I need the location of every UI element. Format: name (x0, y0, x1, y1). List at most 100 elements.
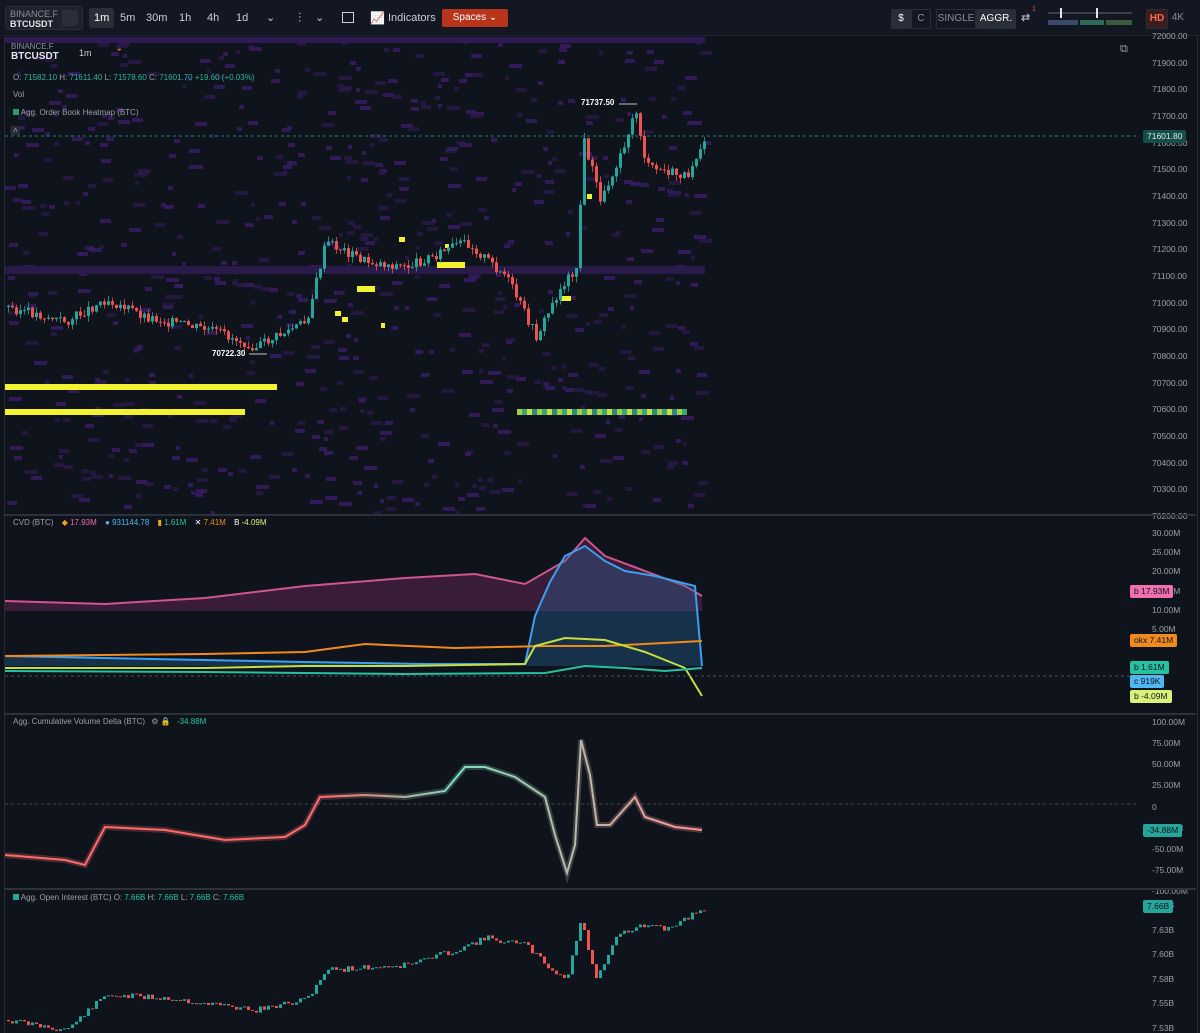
candle-body (275, 332, 278, 341)
oi-candle (283, 1001, 286, 1005)
candle-body (239, 341, 242, 343)
screenshot-icon[interactable] (342, 12, 354, 23)
axis-tick-label: 7.63B (1152, 924, 1175, 935)
candle-body (15, 307, 18, 315)
oi-last-tag: 7.66B (1143, 900, 1174, 913)
vol-label: Vol (13, 90, 25, 99)
timeframe-1h[interactable]: 1h (174, 8, 196, 28)
oi-candle (7, 1020, 10, 1022)
price-candles[interactable] (5, 37, 1139, 514)
oi-candle (175, 999, 178, 1001)
timeframe-1m[interactable]: 1m (89, 8, 115, 28)
candle-body (263, 338, 266, 342)
single-toggle[interactable]: SINGLE (936, 9, 976, 29)
oi-candle (223, 1004, 226, 1006)
spaces-button[interactable]: Spaces ⌄ (442, 9, 508, 27)
axis-tick-label: 70900.00 (1152, 324, 1188, 335)
cvd-legend: CVD (BTC) ◆ 17.93M ● 931144.78 ▮ 1.61M ✕… (13, 518, 267, 527)
oi-candle (383, 966, 386, 968)
oi-high: 7.66B (157, 893, 179, 902)
axis-tick-label: 50.00M (1152, 759, 1181, 770)
oi-candle (547, 963, 550, 969)
currency-toggle[interactable]: $ (891, 9, 911, 29)
oi-candle (343, 968, 346, 972)
axis-tick-label: 0 (1152, 801, 1157, 812)
pin-icon[interactable]: ⌖ (117, 45, 122, 55)
chevron-down-icon[interactable]: ⌄ (315, 8, 324, 28)
chevron-down-icon[interactable]: ⌄ (266, 8, 275, 28)
candle-body (407, 265, 410, 268)
aggr-toggle[interactable]: AGGR. (976, 9, 1016, 29)
candle-body (283, 333, 286, 337)
coin-toggle[interactable]: C (911, 9, 931, 29)
oi-candle (351, 966, 354, 971)
timeframe-1d[interactable]: 1d (231, 8, 253, 28)
candle-body (107, 301, 110, 305)
sync-icon[interactable]: ⇄ (1021, 8, 1030, 28)
candle-body (475, 248, 478, 254)
oi-candle (287, 1001, 290, 1004)
candle-body (63, 317, 66, 323)
oi-candle (75, 1021, 78, 1025)
last-price-tag: 71601.80 (1143, 130, 1187, 143)
high-marker: 71737.50 (581, 98, 615, 107)
layers-icon[interactable]: ⧉ (1120, 43, 1128, 56)
oi-candle (703, 910, 706, 912)
chart-symbol-block[interactable]: BINANCE.F BTCUSDT (11, 42, 59, 62)
oi-candle (231, 1005, 234, 1007)
oi-candle (395, 965, 398, 967)
candle-body (351, 251, 354, 258)
oi-candle (471, 942, 474, 945)
oi-candle (215, 1002, 218, 1004)
candle-body (151, 316, 154, 322)
cvd-lines[interactable] (5, 516, 1139, 713)
timeframe-30m[interactable]: 30m (141, 8, 172, 28)
timeframe-5m[interactable]: 5m (115, 8, 140, 28)
lock-icon[interactable] (62, 10, 78, 26)
candles-icon[interactable]: ⫶ (298, 8, 301, 28)
hd-toggle[interactable]: HD (1146, 9, 1168, 29)
cvd-value-4: 7.41M (203, 518, 226, 527)
axis-tick-label: -50.00M (1152, 843, 1184, 854)
coinbase-icon: ● (105, 518, 110, 527)
agg-cvd-line[interactable] (5, 715, 1139, 888)
candle-body (343, 248, 346, 251)
candle-body (335, 241, 338, 250)
cvd-exchange-tag: b 17.93M (1130, 585, 1174, 598)
collapse-icon[interactable]: ˄ (11, 126, 20, 135)
oi-candle (495, 938, 498, 941)
axis-tick-label: 71200.00 (1152, 244, 1188, 255)
settings-icon[interactable]: ⚙ (151, 717, 158, 726)
oi-color-swatch (13, 894, 19, 900)
oi-candle (295, 1002, 298, 1005)
agg-cvd-axis[interactable]: 100.00M75.00M50.00M25.00M0-25.00M-50.00M… (1140, 715, 1198, 896)
oi-candle (299, 998, 302, 1003)
spaces-label: Spaces (452, 12, 487, 23)
oi-candle (183, 999, 186, 1001)
4k-toggle[interactable]: 4K (1168, 9, 1188, 27)
candle-body (655, 165, 658, 170)
open-interest-candles[interactable] (5, 890, 1139, 1033)
indicators-button[interactable]: Indicators (388, 8, 436, 28)
oi-candle (103, 996, 106, 1000)
candle-body (163, 322, 166, 324)
candle-body (583, 138, 586, 205)
candle-body (599, 182, 602, 202)
axis-tick-label: 7.55B (1152, 998, 1175, 1009)
oi-candle (327, 969, 330, 975)
candle-body (615, 167, 618, 177)
oi-candle (475, 942, 478, 945)
candle-body (543, 317, 546, 332)
lock-icon[interactable]: 🔒 (161, 717, 171, 726)
oi-candle (59, 1029, 62, 1032)
oi-candle (239, 1007, 242, 1010)
candle-body (383, 262, 386, 267)
oi-candle (35, 1022, 38, 1024)
timeframe-4h[interactable]: 4h (202, 8, 224, 28)
candle-body (167, 322, 170, 327)
price-axis[interactable]: 72000.0071900.0071800.0071700.0071600.00… (1140, 31, 1198, 521)
candle-body (455, 243, 458, 245)
depth-slider[interactable] (1046, 8, 1134, 28)
candle-body (155, 316, 158, 322)
candle-body (27, 307, 30, 311)
